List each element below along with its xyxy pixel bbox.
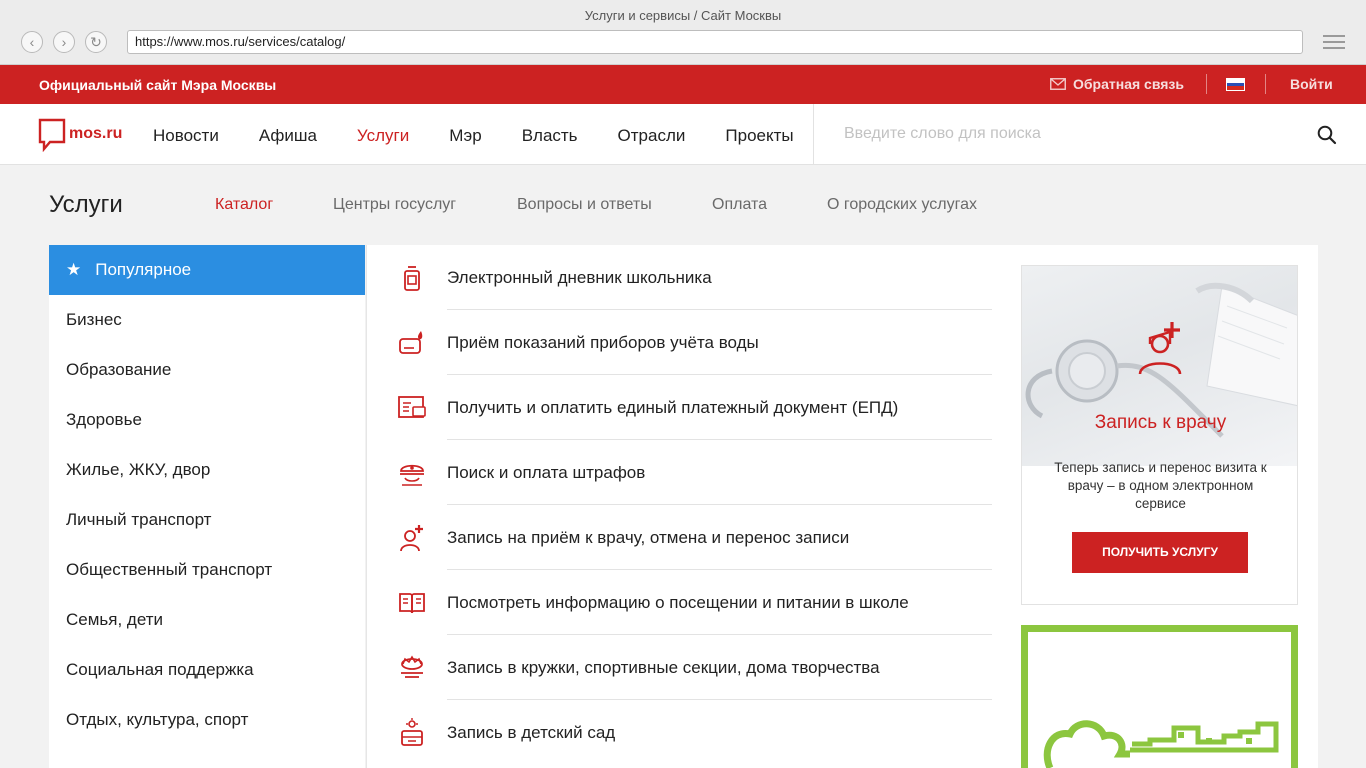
browser-menu-icon[interactable] xyxy=(1323,35,1345,51)
top-bar: Официальный сайт Мэра Москвы Обратная св… xyxy=(0,65,1366,104)
service-label: Запись в кружки, спортивные секции, дома… xyxy=(447,658,880,677)
envelope-icon xyxy=(1050,78,1066,90)
list-item[interactable]: Запись на приём к врачу, отмена и перено… xyxy=(367,505,997,570)
list-item[interactable]: Запись в детский сад xyxy=(367,700,997,765)
search-input[interactable] xyxy=(834,118,1304,150)
police-cap-icon xyxy=(400,464,424,486)
nav-projects[interactable]: Проекты xyxy=(725,126,793,146)
list-item[interactable]: Запись в кружки, спортивные секции, дома… xyxy=(367,635,997,700)
browser-chrome: Услуги и сервисы / Сайт Москвы ‹ › ↻ htt… xyxy=(0,0,1366,65)
get-service-button[interactable]: ПОЛУЧИТЬ УСЛУГУ xyxy=(1072,532,1248,573)
stethoscope-illustration xyxy=(1025,282,1297,438)
sidebar-item-label: Популярное xyxy=(95,260,192,279)
divider xyxy=(1206,74,1207,94)
kindergarten-icon xyxy=(401,718,423,746)
sidebar-item-leisure[interactable]: Отдых, культура, спорт xyxy=(49,695,365,745)
nav-afisha[interactable]: Афиша xyxy=(259,126,317,146)
logo[interactable]: mos.ru xyxy=(38,118,122,152)
promo-title: Запись к врачу xyxy=(1094,412,1227,433)
service-label: Запись в детский сад xyxy=(447,723,616,742)
service-label: Электронный дневник школьника xyxy=(447,268,712,287)
sidebar-item-popular[interactable]: ★ Популярное xyxy=(49,245,365,295)
address-bar[interactable]: https://www.mos.ru/services/catalog/ xyxy=(127,30,1303,54)
sidebar-item-education[interactable]: Образование xyxy=(49,345,365,395)
list-item[interactable]: Приём показаний приборов учёта воды xyxy=(367,310,997,375)
tab-catalog[interactable]: Каталог xyxy=(215,196,273,214)
school-diary-icon xyxy=(404,266,420,291)
city-key-illustration xyxy=(1043,720,1279,768)
feedback-link[interactable]: Обратная связь xyxy=(1050,76,1184,92)
nav-government[interactable]: Власть xyxy=(522,126,578,146)
sidebar-item-health[interactable]: Здоровье xyxy=(49,395,365,445)
book-icon xyxy=(399,593,425,614)
service-label: Запись на приём к врачу, отмена и перено… xyxy=(447,528,850,547)
site-title[interactable]: Официальный сайт Мэра Москвы xyxy=(39,77,276,93)
nav-mayor[interactable]: Мэр xyxy=(449,126,481,146)
water-meter-icon xyxy=(399,331,423,354)
list-item[interactable]: Посмотреть информацию о посещении и пита… xyxy=(367,570,997,635)
divider xyxy=(813,104,814,165)
service-label: Приём показаний приборов учёта воды xyxy=(447,333,759,352)
service-label: Получить и оплатить единый платежный док… xyxy=(447,398,899,417)
promo-text: Теперь запись и перенос визита к врачу –… xyxy=(1054,460,1267,511)
sidebar-item-business[interactable]: Бизнес xyxy=(49,295,365,345)
logo-text: mos.ru xyxy=(69,125,123,142)
feedback-label: Обратная связь xyxy=(1073,76,1184,92)
login-link[interactable]: Войти xyxy=(1290,76,1333,92)
reload-button[interactable]: ↻ xyxy=(85,31,107,53)
tab-payment[interactable]: Оплата xyxy=(712,196,767,214)
tab-faq[interactable]: Вопросы и ответы xyxy=(517,196,652,214)
main-header: mos.ru Новости Афиша Услуги Мэр Власть О… xyxy=(0,104,1366,165)
tab-service-centers[interactable]: Центры госуслуг xyxy=(333,196,456,214)
window-title: Услуги и сервисы / Сайт Москвы xyxy=(584,8,782,23)
nav-industries[interactable]: Отрасли xyxy=(618,126,686,146)
stethoscope-image xyxy=(1022,266,1297,466)
page-title: Услуги xyxy=(49,191,123,218)
service-label: Посмотреть информацию о посещении и пита… xyxy=(447,593,909,612)
forward-button[interactable]: › xyxy=(53,31,75,53)
promo-banner[interactable] xyxy=(1021,625,1298,768)
sidebar-item-public-transport[interactable]: Общественный транспорт xyxy=(49,545,365,595)
promo-card: Запись к врачу Теперь запись и перенос в… xyxy=(1021,265,1298,605)
sidebar-item-family[interactable]: Семья, дети xyxy=(49,595,365,645)
star-icon: ★ xyxy=(66,260,82,279)
sidebar-item-social-support[interactable]: Социальная поддержка xyxy=(49,645,365,695)
nav-news[interactable]: Новости xyxy=(153,126,219,146)
sidebar-item-housing[interactable]: Жилье, ЖКУ, двор xyxy=(49,445,365,495)
russian-flag-icon[interactable] xyxy=(1226,78,1245,91)
list-item[interactable]: Электронный дневник школьника xyxy=(367,245,997,310)
search-icon[interactable] xyxy=(1317,125,1337,145)
doctor-icon xyxy=(400,525,423,552)
payment-document-icon xyxy=(398,396,426,418)
main-nav: Новости Афиша Услуги Мэр Власть Отрасли … xyxy=(153,126,834,146)
back-button[interactable]: ‹ xyxy=(21,31,43,53)
category-sidebar: ★ Популярное Бизнес Образование Здоровье… xyxy=(49,245,365,768)
sidebar-item-personal-transport[interactable]: Личный транспорт xyxy=(49,495,365,545)
activities-icon xyxy=(401,655,423,678)
mos-logo-icon xyxy=(38,118,66,152)
list-item[interactable]: Поиск и оплата штрафов xyxy=(367,440,997,505)
tab-about-services[interactable]: О городских услугах xyxy=(827,196,977,214)
list-item[interactable]: Получить и оплатить единый платежный док… xyxy=(367,375,997,440)
nav-services[interactable]: Услуги xyxy=(357,126,409,146)
service-label: Поиск и оплата штрафов xyxy=(447,463,646,482)
divider xyxy=(1265,74,1266,94)
